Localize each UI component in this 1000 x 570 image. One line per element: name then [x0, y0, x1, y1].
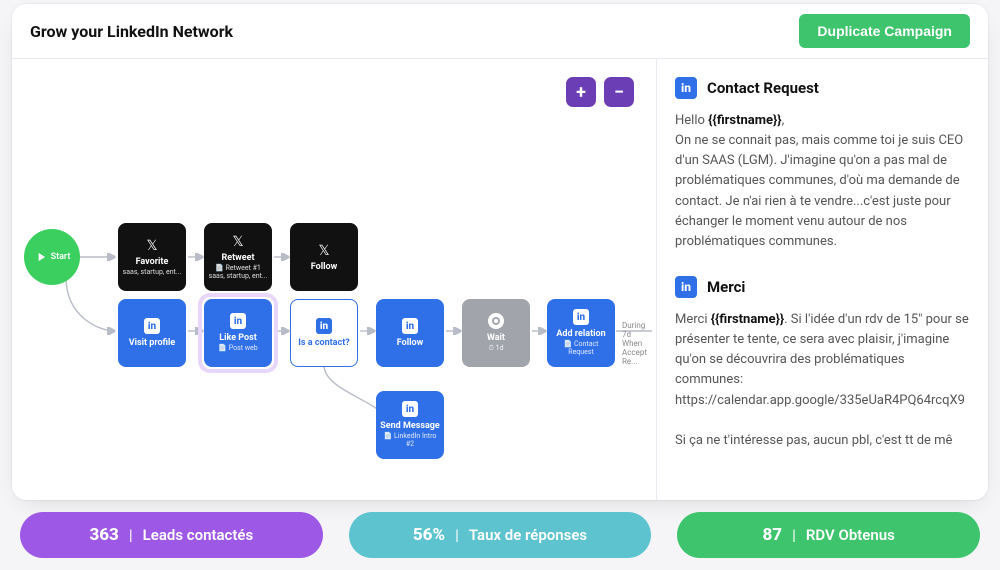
message-block-merci: in Merci Merci {{firstname}}. Si l'idée … [675, 276, 974, 451]
stat-response-label: Taux de réponses [469, 526, 587, 544]
linkedin-icon: in [675, 276, 697, 298]
node-wait-sub: ⏱ 1d [488, 345, 503, 353]
node-visit-profile[interactable]: in Visit profile [118, 299, 186, 367]
stat-response-value: 56% [413, 525, 445, 545]
stat-rdv-value: 87 [763, 525, 783, 545]
linkedin-icon: in [316, 318, 332, 334]
node-retweet-title: Retweet [221, 253, 254, 263]
node-send-msg-sub: 📄 LinkedIn Intro #2 [380, 433, 440, 448]
message-title: Merci [707, 278, 745, 296]
stat-rdv[interactable]: 87 | RDV Obtenus [677, 512, 980, 558]
node-like-post[interactable]: in Like Post 📄 Post web [204, 299, 272, 367]
duplicate-campaign-button[interactable]: Duplicate Campaign [799, 14, 970, 48]
message-block-contact-request: in Contact Request Hello {{firstname}}, … [675, 77, 974, 252]
trace-label-right: During 7d When Accept Re... [622, 321, 656, 366]
node-favorite[interactable]: 𝕏 Favorite saas, startup, ent... [118, 223, 186, 291]
linkedin-icon: in [573, 309, 589, 325]
stat-response-rate[interactable]: 56% | Taux de réponses [349, 512, 652, 558]
node-favorite-sub: saas, startup, ent... [123, 269, 182, 277]
node-follow-x[interactable]: 𝕏 Follow [290, 223, 358, 291]
node-send-msg-title: Send Message [380, 421, 440, 431]
linkedin-icon: in [144, 318, 160, 334]
linkedin-icon: in [402, 318, 418, 334]
x-icon: 𝕏 [232, 234, 243, 250]
linkedin-icon: in [230, 313, 246, 329]
flow-nodes: Start 𝕏 Favorite saas, startup, ent... 𝕏… [12, 59, 656, 500]
node-follow-li-title: Follow [397, 338, 423, 348]
node-start[interactable]: Start [24, 229, 80, 285]
node-retweet-sub: 📄 Retweet #1 saas, startup, ent... [208, 265, 268, 280]
node-add-relation[interactable]: in Add relation 📄 Contact Request [547, 299, 615, 367]
stat-separator: | [129, 526, 133, 544]
message-header: in Merci [675, 276, 974, 298]
stat-separator: | [455, 526, 459, 544]
x-icon: 𝕏 [146, 238, 157, 254]
workflow-canvas[interactable]: + − [12, 59, 656, 500]
clock-icon [488, 313, 504, 329]
message-header: in Contact Request [675, 77, 974, 99]
node-follow-li[interactable]: in Follow [376, 299, 444, 367]
stat-leads[interactable]: 363 | Leads contactés [20, 512, 323, 558]
node-like-title: Like Post [219, 333, 257, 343]
card-header: Grow your LinkedIn Network Duplicate Cam… [12, 4, 988, 59]
page-title: Grow your LinkedIn Network [30, 22, 233, 41]
linkedin-icon: in [675, 77, 697, 99]
message-body: Merci {{firstname}}. Si l'idée d'un rdv … [675, 310, 974, 451]
node-send-message[interactable]: in Send Message 📄 LinkedIn Intro #2 [376, 391, 444, 459]
node-add-relation-title: Add relation [556, 329, 605, 339]
node-add-relation-sub: 📄 Contact Request [551, 341, 611, 356]
node-follow-x-title: Follow [311, 262, 337, 272]
stat-leads-value: 363 [89, 525, 118, 545]
message-body: Hello {{firstname}}, On ne se connait pa… [675, 111, 974, 252]
node-is-contact[interactable]: in Is a contact? [290, 299, 358, 367]
node-is-contact-title: Is a contact? [298, 338, 349, 348]
node-retweet[interactable]: 𝕏 Retweet 📄 Retweet #1 saas, startup, en… [204, 223, 272, 291]
node-like-sub: 📄 Post web [218, 345, 257, 353]
stats-row: 363 | Leads contactés 56% | Taux de répo… [20, 512, 980, 558]
node-start-label: Start [51, 252, 71, 262]
app-root: Grow your LinkedIn Network Duplicate Cam… [0, 0, 1000, 570]
node-visit-title: Visit profile [129, 338, 176, 348]
stat-leads-label: Leads contactés [143, 526, 254, 544]
node-wait[interactable]: Wait ⏱ 1d [462, 299, 530, 367]
main-card: Grow your LinkedIn Network Duplicate Cam… [12, 4, 988, 500]
x-icon: 𝕏 [318, 243, 329, 259]
node-wait-title: Wait [487, 333, 505, 343]
linkedin-icon: in [402, 401, 418, 417]
play-icon [34, 250, 48, 264]
node-favorite-title: Favorite [136, 257, 169, 267]
message-title: Contact Request [707, 79, 819, 97]
stat-rdv-label: RDV Obtenus [806, 526, 895, 544]
side-panel[interactable]: in Contact Request Hello {{firstname}}, … [656, 59, 988, 500]
stat-separator: | [792, 526, 796, 544]
card-body: + − [12, 59, 988, 500]
